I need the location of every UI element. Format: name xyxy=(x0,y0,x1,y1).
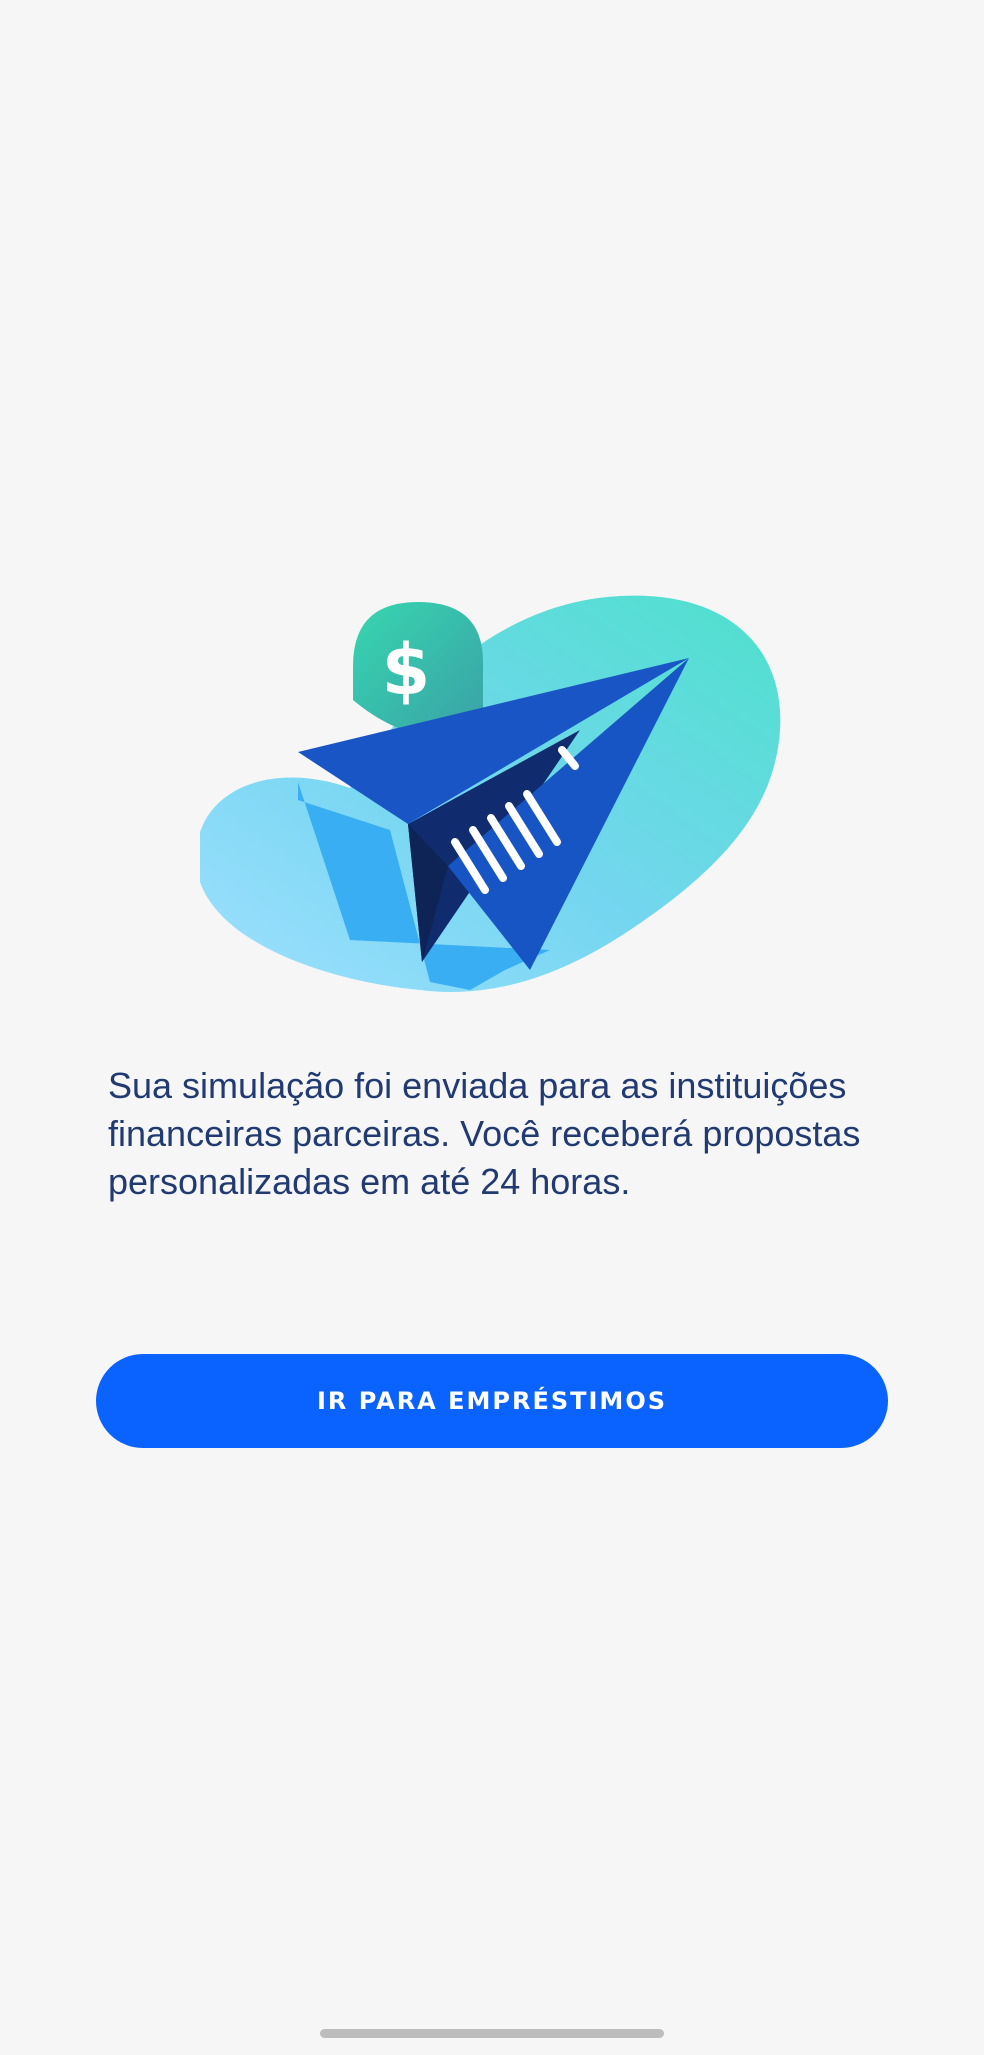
dollar-icon: $ xyxy=(382,629,431,711)
confirmation-message: Sua simulação foi enviada para as instit… xyxy=(108,1065,861,1202)
home-indicator[interactable] xyxy=(320,2029,664,2038)
paper-plane-illustration: $ xyxy=(196,590,800,1010)
go-to-loans-button[interactable]: IR PARA EMPRÉSTIMOS xyxy=(96,1354,888,1448)
